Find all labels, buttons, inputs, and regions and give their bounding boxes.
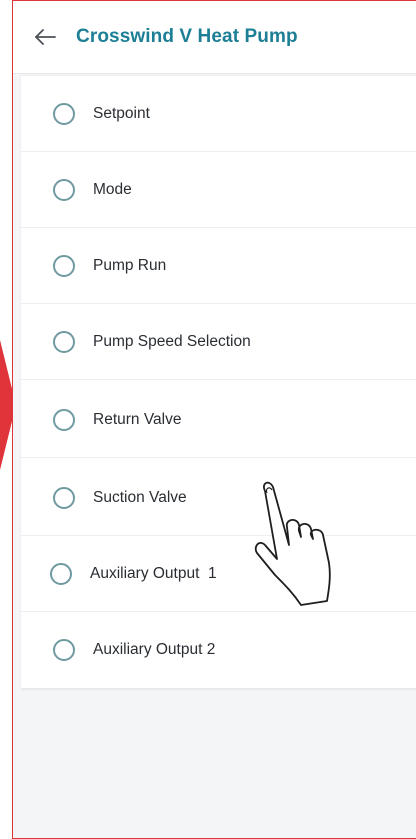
list-item-label: Pump Run [93,256,167,274]
list-item-auxiliary-output-2[interactable]: Auxiliary Output 2 [21,612,416,688]
radio-button[interactable] [53,102,75,125]
radio-button[interactable] [53,254,75,277]
app-screen: Crosswind V Heat Pump Setpoint Mode Pump… [12,0,416,839]
list-item-label: Suction Valve [93,488,187,506]
list-item-label: Auxiliary Output 2 [93,641,216,658]
options-list: Setpoint Mode Pump Run Pump Speed Select… [21,75,416,689]
arrow-left-icon [35,29,56,45]
radio-button[interactable] [50,562,72,585]
radio-button[interactable] [53,486,75,509]
pointing-hand-icon [254,481,331,606]
radio-button[interactable] [53,639,75,661]
radio-button[interactable] [53,408,75,431]
radio-button[interactable] [53,178,75,201]
list-item-return-valve[interactable]: Return Valve [21,382,416,458]
list-item-label: Setpoint [93,104,150,122]
list-item-label: Auxiliary Output 1 [90,564,217,582]
page-title: Crosswind V Heat Pump [76,26,298,47]
list-item-label: Pump Speed Selection [93,332,251,350]
list-item-label: Mode [93,180,132,198]
list-item-pump-run[interactable]: Pump Run [21,228,416,304]
list-item-suction-valve[interactable]: Suction Valve [21,460,416,536]
list-item-auxiliary-output-1[interactable]: Auxiliary Output 1 [21,536,416,612]
back-button[interactable] [25,17,65,57]
list-item-setpoint[interactable]: Setpoint [21,76,416,152]
list-item-label: Return Valve [93,410,182,428]
app-header: Crosswind V Heat Pump [13,1,416,74]
list-item-pump-speed-selection[interactable]: Pump Speed Selection [21,304,416,380]
list-item-mode[interactable]: Mode [21,152,416,228]
radio-button[interactable] [53,330,75,353]
screenshot: Crosswind V Heat Pump Setpoint Mode Pump… [0,0,416,839]
